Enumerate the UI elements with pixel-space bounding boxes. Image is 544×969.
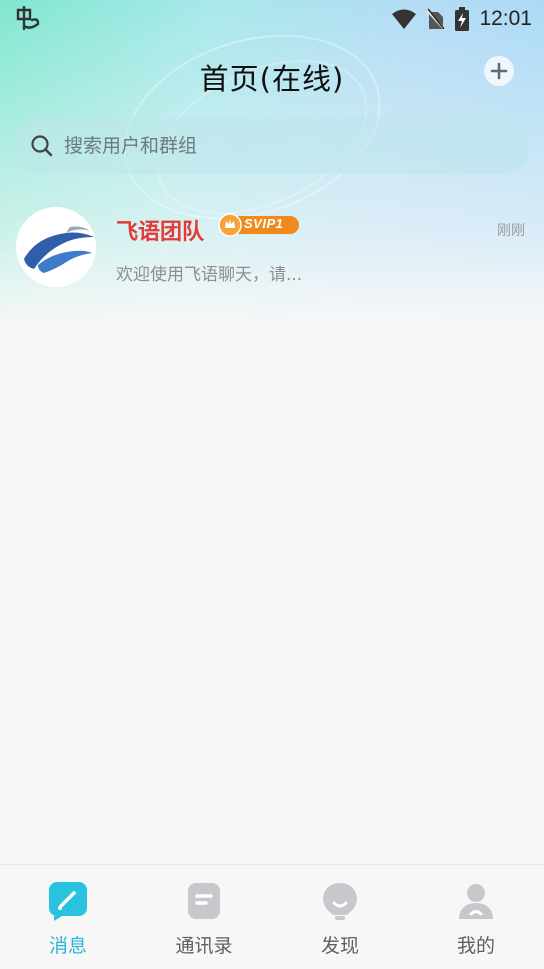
tab-label: 发现 [320,935,359,957]
tab-label: 我的 [456,935,495,957]
battery-icon [455,7,470,31]
plus-icon [490,62,508,80]
contacts-icon [188,883,220,919]
no-sim-icon [427,8,446,30]
avatar [16,207,96,287]
status-bar: 12:01 [0,0,544,38]
app-notification-icon [16,6,40,31]
vip-label: SVIP1 [244,216,284,231]
search-bar[interactable] [14,117,530,174]
page-title: 首页(在线) [199,62,345,96]
bottom-tab-bar: 消息 通讯录 发现 我的 [0,864,544,969]
status-time: 12:01 [479,7,532,30]
tab-discover[interactable]: 发现 [272,865,408,969]
tab-label: 通讯录 [175,935,233,957]
lightbulb-icon [323,883,357,920]
message-icon [49,882,87,921]
tab-contacts[interactable]: 通讯录 [136,865,272,969]
conversation-time: 刚刚 [497,223,525,239]
add-button[interactable] [484,56,514,86]
status-indicators: 12:01 [391,5,532,33]
tab-me[interactable]: 我的 [408,865,544,969]
feiyu-logo-icon [16,207,96,287]
conversation-item[interactable]: 飞语团队 SVIP1 刚刚 欢迎使用飞语聊天，请... [0,198,544,298]
conversation-name: 飞语团队 [116,220,205,245]
wifi-icon [392,9,417,29]
search-icon [31,134,53,156]
conversation-preview: 欢迎使用飞语聊天，请... [116,265,303,285]
tab-label: 消息 [48,935,87,957]
search-input[interactable] [62,133,486,158]
user-icon [459,884,493,919]
vip-badge: SVIP1 [218,213,300,237]
tab-messages[interactable]: 消息 [0,865,136,969]
